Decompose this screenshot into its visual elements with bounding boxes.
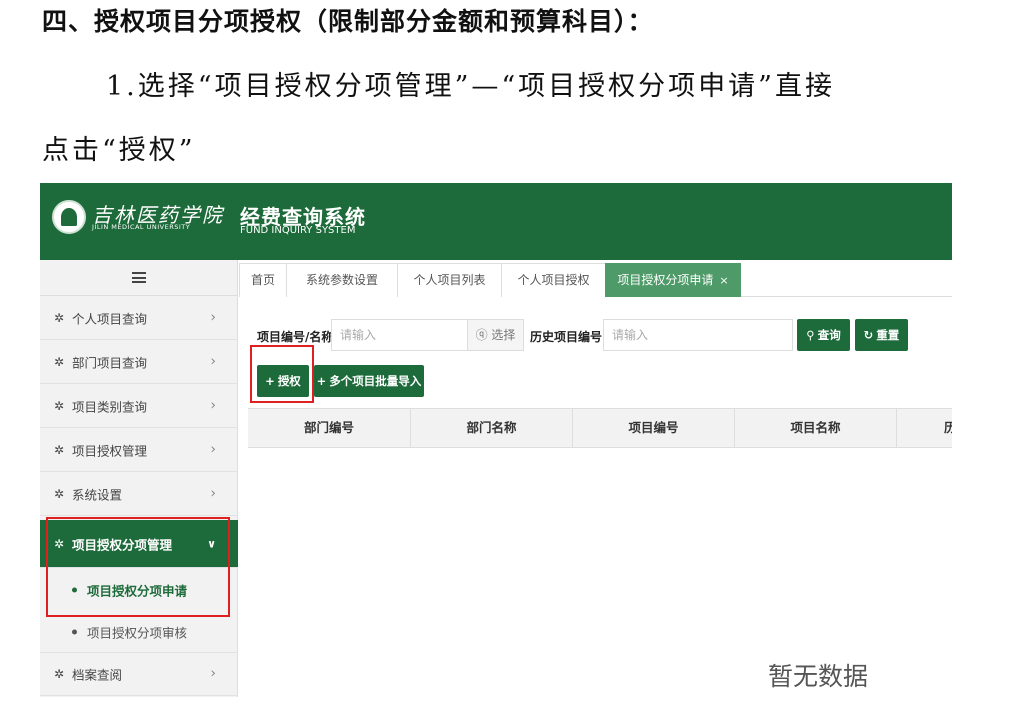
- project-search-input[interactable]: 请输入: [331, 319, 468, 351]
- sidebar-item-label: 部门项目查询: [72, 355, 148, 370]
- sidebar-item-archives[interactable]: ✲ 档案查阅 ›: [40, 652, 238, 696]
- sidebar-item-label: 项目授权管理: [72, 443, 148, 458]
- tab-bar: 首页 系统参数设置 个人项目列表 个人项目授权 项目授权分项申请 ×: [239, 263, 952, 297]
- sidebar-item-label: 个人项目查询: [72, 311, 148, 326]
- history-project-input[interactable]: 请输入: [603, 319, 793, 351]
- search-icon: ⓠ: [475, 328, 488, 342]
- tab-label: 首页: [250, 273, 275, 287]
- reset-label: 重置: [876, 328, 900, 342]
- sidebar-item-label: 系统设置: [72, 487, 123, 502]
- highlight-sub-auth-menu: [46, 517, 230, 617]
- gear-icon: ✲: [54, 442, 65, 457]
- chevron-right-icon: ›: [210, 352, 216, 369]
- chevron-right-icon: ›: [210, 484, 216, 501]
- logo-english: JILIN MEDICAL UNIVERSITY: [92, 223, 191, 231]
- bullet-icon: [72, 629, 77, 635]
- column-header[interactable]: 历: [897, 409, 952, 447]
- chevron-right-icon: ›: [210, 396, 216, 413]
- select-button[interactable]: ⓠ 选择: [468, 319, 524, 351]
- sidebar-item-label: 项目类别查询: [72, 399, 148, 414]
- app-screenshot: 吉林医药学院 JILIN MEDICAL UNIVERSITY 经费查询系统 F…: [40, 183, 952, 697]
- sidebar-toggle[interactable]: [40, 260, 238, 296]
- tab-sub-auth-apply[interactable]: 项目授权分项申请 ×: [605, 263, 741, 297]
- column-header[interactable]: 部门名称: [411, 409, 573, 447]
- batch-import-button[interactable]: + 多个项目批量导入: [314, 365, 424, 397]
- tab-system-params[interactable]: 系统参数设置: [286, 263, 398, 297]
- gear-icon: ✲: [54, 398, 65, 413]
- document-heading: 四、授权项目分项授权（限制部分金额和预算科目）：: [42, 7, 654, 36]
- tab-label: 系统参数设置: [305, 273, 378, 287]
- document-step-line-2: 点击“授权”: [42, 135, 196, 166]
- column-header[interactable]: 部门编号: [248, 409, 411, 447]
- plus-icon: +: [316, 374, 327, 388]
- tab-personal-projects[interactable]: 个人项目列表: [397, 263, 502, 297]
- column-header[interactable]: 项目名称: [735, 409, 897, 447]
- chevron-right-icon: ›: [210, 440, 216, 457]
- sidebar-item-system-settings[interactable]: ✲ 系统设置 ›: [40, 472, 238, 516]
- query-button[interactable]: ⚲ 查询: [797, 319, 850, 351]
- tab-home[interactable]: 首页: [239, 263, 287, 297]
- tab-label: 项目授权分项申请: [617, 273, 714, 287]
- sidebar-item-category-query[interactable]: ✲ 项目类别查询 ›: [40, 384, 238, 428]
- history-field-label: 历史项目编号: [530, 330, 603, 344]
- system-subtitle: FUND INQUIRY SYSTEM: [240, 225, 356, 236]
- university-emblem-icon: [52, 200, 86, 234]
- project-field-label: 项目编号/名称: [257, 330, 334, 344]
- batch-import-label: 多个项目批量导入: [329, 374, 422, 388]
- close-icon[interactable]: ×: [719, 274, 728, 287]
- search-icon: ⚲: [806, 328, 815, 342]
- sidebar: ✲ 个人项目查询 › ✲ 部门项目查询 › ✲ 项目类别查询 › ✲ 项目授权管…: [40, 260, 238, 697]
- select-label: 选择: [491, 328, 516, 342]
- gear-icon: ✲: [54, 667, 65, 681]
- tab-label: 个人项目列表: [413, 273, 486, 287]
- reset-button[interactable]: ↻ 重置: [855, 319, 908, 351]
- sidebar-item-label: 档案查阅: [72, 667, 123, 683]
- gear-icon: ✲: [54, 486, 65, 501]
- query-label: 查询: [817, 328, 841, 342]
- chevron-right-icon: ›: [210, 308, 216, 325]
- tab-personal-auth[interactable]: 个人项目授权: [501, 263, 606, 297]
- sidebar-item-personal-query[interactable]: ✲ 个人项目查询 ›: [40, 296, 238, 340]
- sidebar-subitem-sub-auth-review[interactable]: 项目授权分项审核: [40, 612, 238, 652]
- highlight-authorize-button: [250, 345, 314, 403]
- sidebar-item-dept-query[interactable]: ✲ 部门项目查询 ›: [40, 340, 238, 384]
- gear-icon: ✲: [54, 310, 65, 325]
- menu-toggle-icon: [132, 272, 146, 283]
- top-bar: 吉林医药学院 JILIN MEDICAL UNIVERSITY 经费查询系统 F…: [40, 183, 952, 260]
- sidebar-item-auth-management[interactable]: ✲ 项目授权管理 ›: [40, 428, 238, 472]
- document-step-line-1: 1.选择“项目授权分项管理”—“项目授权分项申请”直接: [106, 71, 835, 102]
- chevron-right-icon: ›: [210, 665, 216, 682]
- tab-label: 个人项目授权: [517, 273, 590, 287]
- gear-icon: ✲: [54, 354, 65, 369]
- sidebar-subitem-label: 项目授权分项审核: [87, 625, 188, 641]
- table-header: 部门编号 部门名称 项目编号 项目名称 历: [248, 408, 952, 448]
- refresh-icon: ↻: [863, 328, 874, 342]
- column-header[interactable]: 项目编号: [573, 409, 735, 447]
- empty-state-text: 暂无数据: [768, 662, 869, 691]
